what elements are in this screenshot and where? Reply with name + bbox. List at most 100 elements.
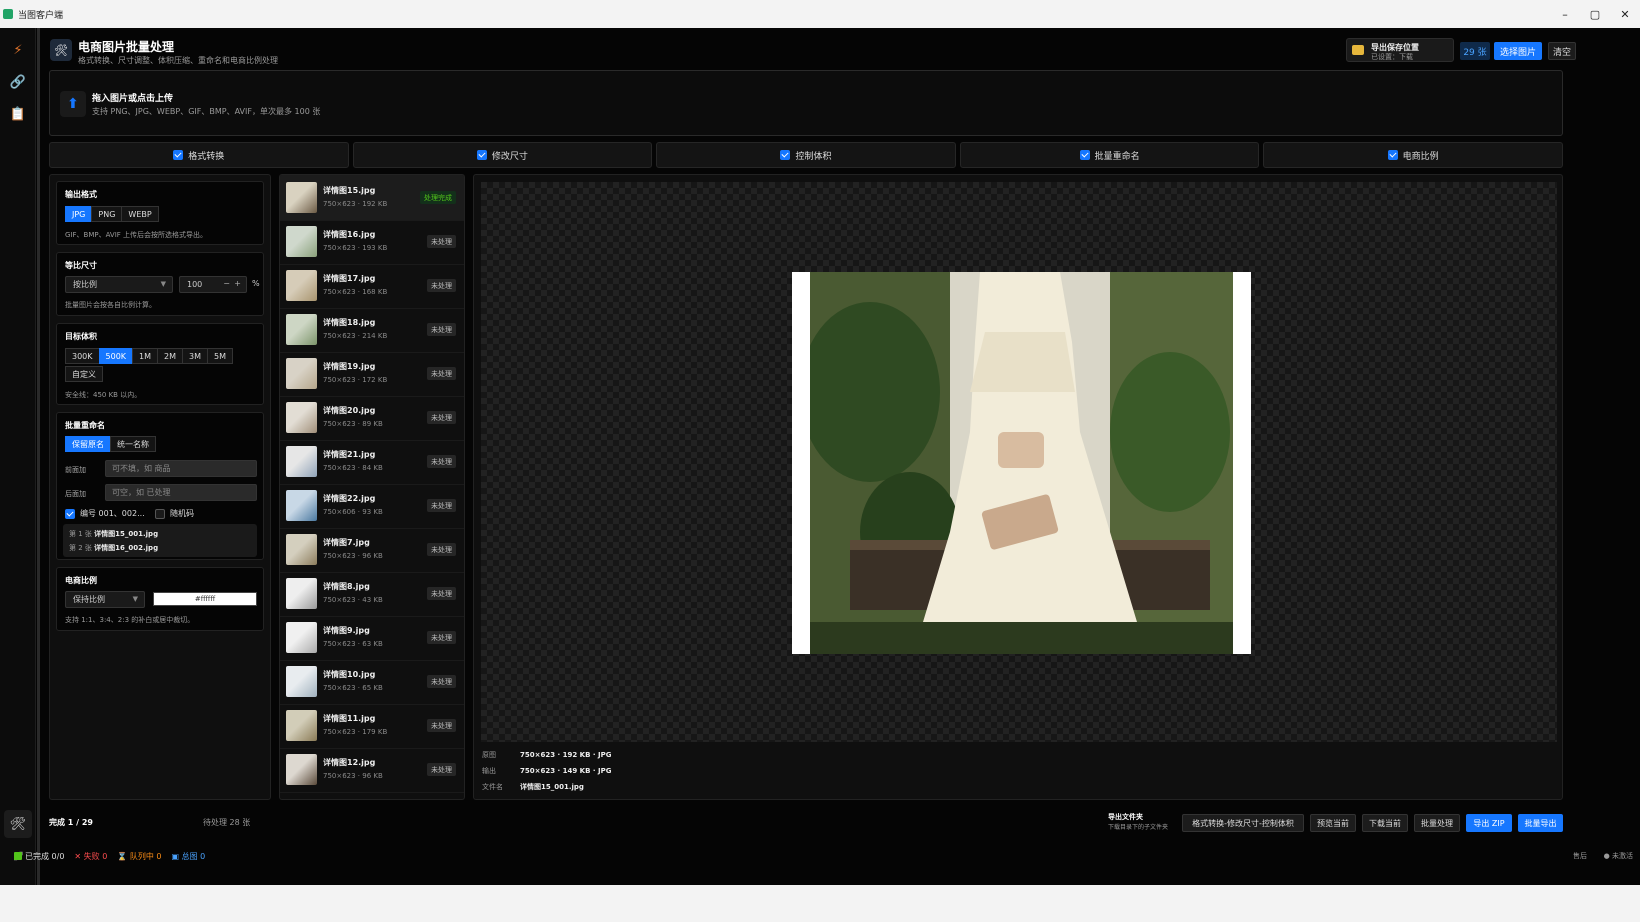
left-sidebar: ⚡ 🔗 📋 🛠 ⤢ [0,28,36,885]
file-status-badge: 未处理 [427,499,456,512]
batch-process-button[interactable]: 批量处理 [1414,814,1460,832]
file-list-item[interactable]: 详情图10.jpg 750×623 · 65 KB 未处理 [280,659,464,705]
checkbox-checked-icon[interactable] [65,508,75,519]
minimize-button[interactable]: – [1550,0,1580,28]
file-name: 详情图21.jpg [323,450,376,459]
checkbox-unchecked-icon[interactable] [155,508,165,519]
checkbox-checked-icon[interactable] [1387,150,1398,160]
info-value: 750×623 · 192 KB · JPG [520,751,612,759]
suffix-input[interactable]: 可空，如 已处理 [105,484,257,501]
file-list-item[interactable]: 详情图21.jpg 750×623 · 84 KB 未处理 [280,439,464,485]
random-option[interactable]: 随机码 [155,508,194,519]
file-list-item[interactable]: 详情图22.jpg 750×606 · 93 KB 未处理 [280,483,464,529]
file-status-badge: 未处理 [427,279,456,292]
size-option[interactable]: 3M [182,348,209,364]
prefix-input[interactable]: 可不填，如 商品 [105,460,257,477]
checkbox-checked-icon[interactable] [173,150,184,160]
size-card: 目标体积 300K 500K 1M 2M 3M 5M 自定义 安全线：450 K… [56,323,264,405]
status-total-text: 总图 0 [181,851,206,861]
tab-rename[interactable]: 批量重命名 [959,142,1260,168]
file-list-item[interactable]: 详情图19.jpg 750×623 · 172 KB 未处理 [280,351,464,397]
status-queue-text: 队列中 0 [129,851,162,861]
checkbox-checked-icon[interactable] [1079,150,1090,160]
resize-mode-select[interactable]: 按比例 ▼ [65,276,173,293]
size-option[interactable]: 5M [207,348,234,364]
file-list-item[interactable]: 详情图8.jpg 750×623 · 43 KB 未处理 [280,571,464,617]
file-list-item[interactable]: 详情图9.jpg 750×623 · 63 KB 未处理 [280,615,464,661]
maximize-button[interactable]: ▢ [1580,0,1610,28]
size-custom-button[interactable]: 自定义 [65,366,103,382]
ratio-mode-select[interactable]: 保持比例 ▼ [65,591,145,608]
file-meta: 750×623 · 89 KB [323,420,383,428]
preview-current-button[interactable]: 预览当前 [1310,814,1356,832]
file-list-item[interactable]: 详情图7.jpg 750×623 · 96 KB 未处理 [280,527,464,573]
file-meta: 750×623 · 179 KB [323,728,388,736]
file-thumbnail [286,182,317,213]
tools-icon[interactable]: 🛠 [4,810,32,838]
close-button[interactable]: ✕ [1610,0,1640,28]
rename-mode-keep[interactable]: 保留原名 [65,436,111,452]
file-list-item[interactable]: 详情图18.jpg 750×623 · 214 KB 未处理 [280,307,464,353]
format-hint: GIF、BMP、AVIF 上传后会按所选格式导出。 [65,231,208,239]
lightning-icon[interactable]: ⚡ [0,34,36,66]
size-option[interactable]: 1M [132,348,159,364]
format-option-jpg[interactable]: JPG [65,206,93,222]
file-meta: 750×623 · 192 KB [323,200,388,208]
save-location-selector[interactable]: 导出保存位置 已设置：下载 [1346,38,1454,62]
link-icon[interactable]: 🔗 [0,66,36,98]
file-thumbnail [286,446,317,477]
file-status-badge: 未处理 [427,675,456,688]
file-name: 详情图7.jpg [323,538,370,547]
fill-color-picker[interactable]: #ffffff [153,592,257,606]
numbering-option[interactable]: 编号 001、002... [65,508,145,519]
file-name: 详情图18.jpg [323,318,376,327]
file-list-item[interactable]: 详情图20.jpg 750×623 · 89 KB 未处理 [280,395,464,441]
format-option-webp[interactable]: WEBP [121,206,159,222]
tab-size[interactable]: 控制体积 [656,142,956,168]
file-list-item[interactable]: 详情图17.jpg 750×623 · 168 KB 未处理 [280,263,464,309]
plus-icon[interactable]: + [234,279,241,288]
ratio-hint: 支持 1:1、3:4、2:3 的补白或居中裁切。 [65,616,195,624]
tab-label: 控制体积 [795,151,832,162]
notes-icon[interactable]: 📋 [0,98,36,130]
status-failed-text: 失败 0 [83,851,108,861]
export-folder-name[interactable]: 格式转换-修改尺寸-控制体积 [1182,814,1304,832]
feature-tabs: 格式转换 修改尺寸 控制体积 批量重命名 电商比例 [49,142,1563,168]
random-label: 随机码 [170,509,194,518]
activation-status[interactable]: ● 未激活 [1604,851,1633,861]
window-title: 当图客户端 [18,10,64,21]
tab-format[interactable]: 格式转换 [49,142,349,168]
minus-icon[interactable]: − [223,279,230,288]
upload-dropzone[interactable]: ⬆ 拖入图片或点击上传 支持 PNG、JPG、WEBP、GIF、BMP、AVIF… [49,70,1563,136]
checkbox-checked-icon[interactable] [476,150,487,160]
bottom-action-bar: 完成 1 / 29 待处理 28 张 导出文件夹 下载目录下的子文件夹 格式转换… [49,808,1563,840]
file-list-item[interactable]: 详情图15.jpg 750×623 · 192 KB 处理完成 [280,175,464,221]
size-option[interactable]: 2M [157,348,184,364]
tab-ratio[interactable]: 电商比例 [1263,142,1563,168]
example-name: 详情图15_001.jpg [94,530,159,538]
resize-value-stepper[interactable]: 100 − + [179,276,247,293]
size-option[interactable]: 500K [98,348,134,364]
size-option[interactable]: 300K [65,348,100,364]
export-zip-button[interactable]: 导出 ZIP [1466,814,1512,832]
format-option-png[interactable]: PNG [91,206,123,222]
file-list-item[interactable]: 详情图11.jpg 750×623 · 179 KB 未处理 [280,703,464,749]
ratio-card: 电商比例 保持比例 ▼ #ffffff 支持 1:1、3:4、2:3 的补白或居… [56,567,264,631]
download-current-button[interactable]: 下载当前 [1362,814,1408,832]
ratio-title: 电商比例 [65,576,97,585]
file-list-item[interactable]: 详情图12.jpg 750×623 · 96 KB 未处理 [280,747,464,793]
clear-button[interactable]: 清空 [1548,42,1576,60]
checkbox-checked-icon[interactable] [780,150,791,160]
status-total: ▣ 总图 0 [171,851,205,862]
batch-export-button[interactable]: 批量导出 [1518,814,1563,832]
after-sales-link[interactable]: 售后 [1573,851,1587,861]
tab-resize[interactable]: 修改尺寸 [352,142,653,168]
file-name: 详情图9.jpg [323,626,370,635]
select-images-button[interactable]: 选择图片 [1494,42,1542,60]
tab-label: 电商比例 [1402,151,1439,162]
status-failed: ✕ 失败 0 [74,851,107,862]
file-list-item[interactable]: 详情图16.jpg 750×623 · 193 KB 未处理 [280,219,464,265]
rename-mode-unify[interactable]: 统一名称 [110,436,156,452]
file-name: 详情图8.jpg [323,582,370,591]
file-thumbnail [286,402,317,433]
